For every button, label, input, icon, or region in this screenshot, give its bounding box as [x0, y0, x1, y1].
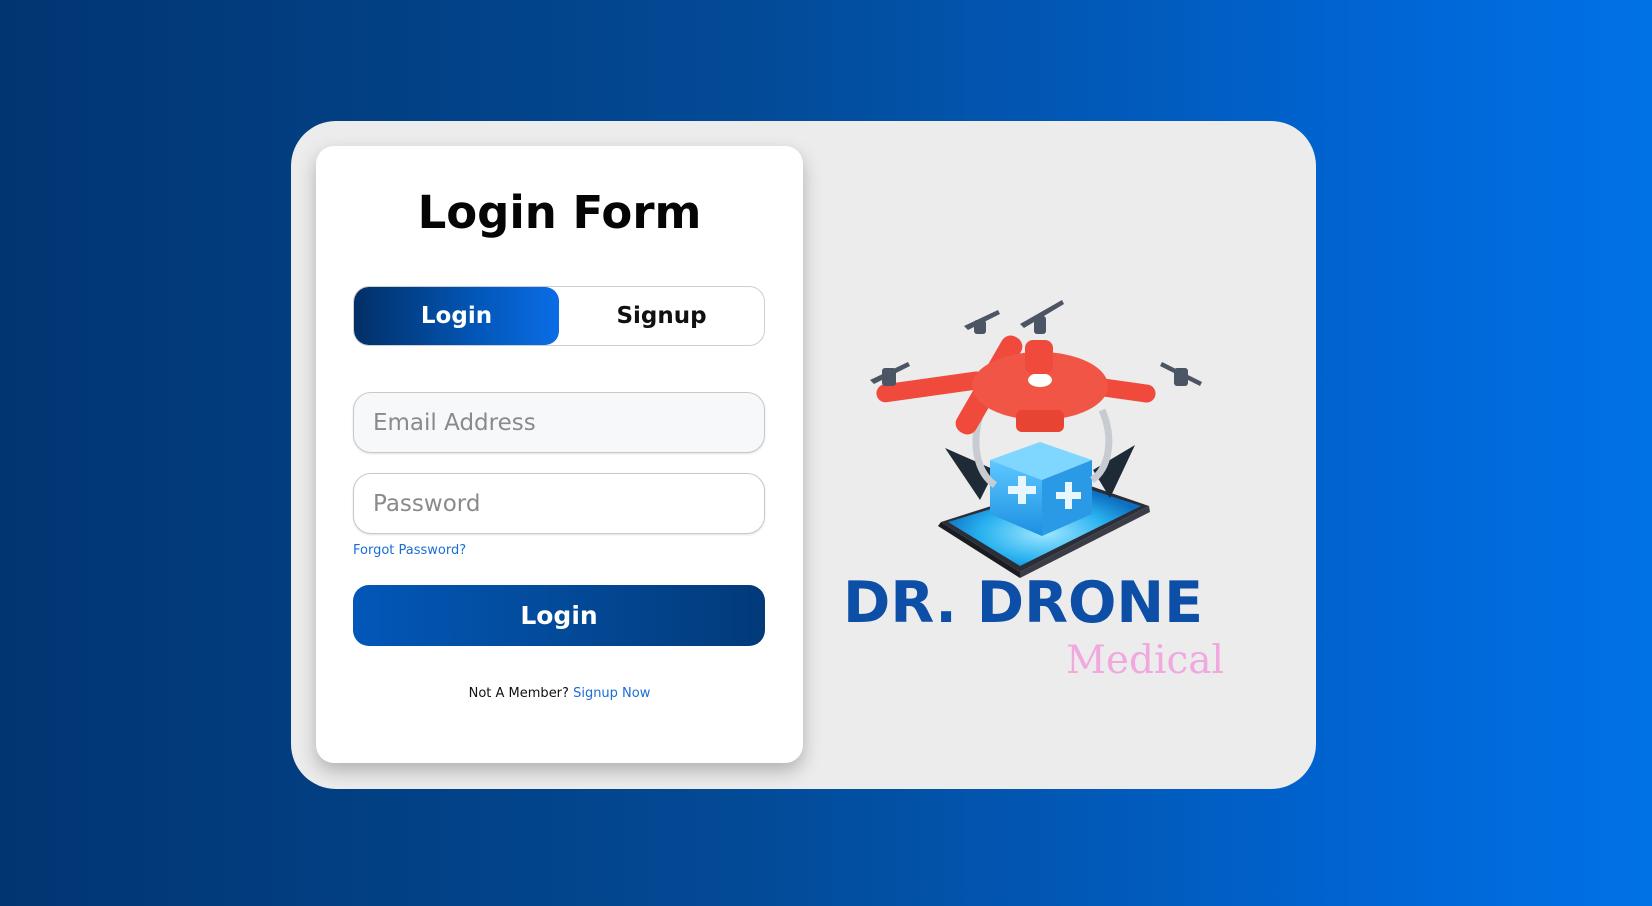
signup-now-link[interactable]: Signup Now: [573, 686, 650, 701]
signup-prompt: Not A Member? Signup Now: [316, 686, 803, 701]
email-field[interactable]: [353, 392, 765, 453]
auth-mode-toggle: Login Signup: [353, 286, 765, 346]
tab-signup[interactable]: Signup: [559, 287, 764, 345]
login-button[interactable]: Login: [353, 585, 765, 646]
drone-body: [876, 335, 1156, 435]
login-form-card: Login Form Login Signup Forgot Password?…: [316, 146, 803, 763]
not-member-text: Not A Member?: [468, 686, 569, 701]
forgot-password-link[interactable]: Forgot Password?: [353, 543, 466, 558]
tab-login[interactable]: Login: [354, 287, 559, 345]
password-field[interactable]: [353, 473, 765, 534]
form-title: Login Form: [417, 186, 702, 239]
brand-name: DR. DRONE: [843, 570, 1204, 636]
brand-subtitle: Medical: [1066, 638, 1225, 683]
